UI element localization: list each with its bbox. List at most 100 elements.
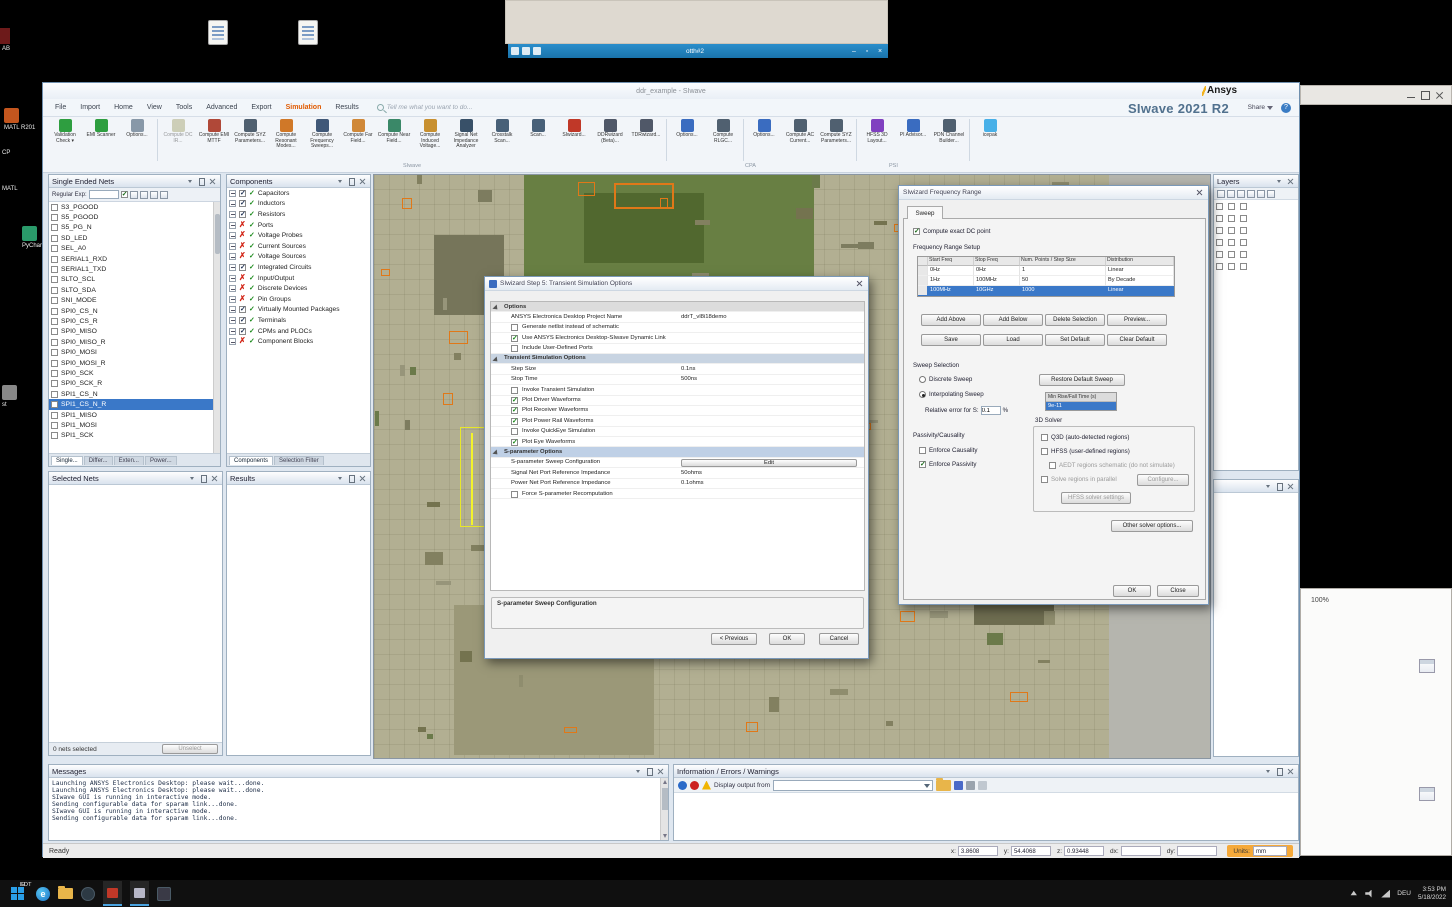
frequency-range-row[interactable]: 1Hz 100MHz 50 By Decade [918,275,1174,286]
ribbon-button[interactable]: Compute AC Current... [782,119,818,144]
component-filter-mark[interactable] [239,220,246,229]
section-expander-icon[interactable] [492,304,500,312]
ribbon-button[interactable]: Validation Check ▾ [47,119,83,144]
net-checkbox[interactable] [51,380,58,388]
ribbon-button[interactable]: TDRwizard... [628,119,664,139]
ribbon-button[interactable] [666,119,667,161]
overlay-close-button[interactable]: × [875,47,885,56]
layer-outline-icon[interactable] [1257,189,1265,198]
help-button[interactable]: ? [1281,102,1291,113]
tab-sweep[interactable]: Sweep [907,206,943,219]
ribbon-button[interactable]: Options... [669,119,705,139]
chevron-down-icon[interactable] [336,474,345,483]
causality-row[interactable]: Enforce Causality [919,447,978,454]
net-row[interactable]: S5_PGOOD [49,212,220,222]
discrete-sweep-row[interactable]: Discrete Sweep [919,376,972,383]
expander-icon[interactable] [229,210,236,218]
coordinate-value[interactable] [1120,846,1161,856]
option-checkbox[interactable] [511,428,518,436]
ribbon-button[interactable]: Compute Frequency Sweeps... [304,119,340,150]
ribbon-button[interactable] [743,119,744,161]
expander-icon[interactable] [229,316,236,324]
ribbon-button[interactable]: PI Advisor... [895,119,931,139]
layer-checkbox[interactable] [1240,215,1247,222]
component-row[interactable]: ✓ Capacitors [227,188,370,199]
menu-item[interactable]: Results [329,102,364,113]
panel-header[interactable]: Selected Nets [49,472,222,485]
cancel-button[interactable]: Cancel [819,633,859,645]
folder-icon[interactable] [936,777,951,791]
taskbar-edge-icon[interactable]: e [36,886,50,901]
option-row[interactable]: S-parameter Options [491,447,864,458]
component-row[interactable]: ✓ Virtually Mounted Packages [227,305,370,316]
component-row[interactable]: ✓ Voltage Probes [227,230,370,241]
option-row[interactable]: Plot Power Rail Waveforms [491,416,864,427]
close-icon[interactable] [358,177,367,186]
option-checkbox[interactable] [511,396,518,405]
layer-checkbox[interactable] [1216,227,1223,234]
component-filter-mark[interactable] [239,283,246,293]
close-icon[interactable] [1286,482,1295,491]
taskbar-app-icon[interactable] [157,886,171,901]
min-rise-fall-table[interactable]: Min Rise/Fall Time (s) 9e-11 [1045,392,1117,411]
expander-icon[interactable] [229,338,236,346]
menu-item[interactable]: Home [108,102,139,113]
ok-button[interactable]: OK [769,633,805,645]
option-row[interactable]: Plot Receiver Waveforms [491,406,864,417]
grid-icon[interactable] [1419,659,1435,673]
chevron-down-icon[interactable] [186,177,195,186]
display-output-select[interactable] [773,779,933,791]
component-row[interactable]: ✓ Input/Output [227,273,370,284]
component-filter-mark[interactable] [239,305,246,314]
chevron-down-icon[interactable] [634,767,643,776]
net-checkbox[interactable] [51,276,58,284]
close-icon[interactable] [1286,767,1295,776]
option-row[interactable]: Stop Time 500ns [491,375,864,386]
layer-checkbox[interactable] [1216,215,1223,222]
expander-icon[interactable] [229,189,236,197]
net-checkbox[interactable] [51,255,58,263]
ribbon-button[interactable]: Crosstalk Scan... [484,119,520,144]
close-icon[interactable] [656,767,665,776]
layer-checkbox[interactable] [1240,227,1247,234]
net-checkbox[interactable] [51,214,58,222]
chevron-down-icon[interactable] [188,474,197,483]
layer-fill-icon[interactable] [1247,189,1255,198]
option-checkbox[interactable] [511,406,518,415]
ribbon-button[interactable]: EMI Scanner [83,119,119,139]
layer-checkbox[interactable] [1240,263,1247,270]
save-icon[interactable] [954,780,963,790]
net-checkbox[interactable] [51,297,58,305]
ribbon-button[interactable]: PDN Channel Builder... [931,119,967,144]
background-window[interactable]: 100% [1300,588,1452,856]
layer-checkbox[interactable] [1228,203,1235,210]
option-row[interactable]: Signal Net Port Reference Impedance 50oh… [491,468,864,479]
net-list-scrollbar[interactable] [213,202,220,453]
grid-view-icon[interactable] [139,190,148,199]
component-row[interactable]: ✓ Discrete Devices [227,283,370,294]
option-value[interactable]: ddrT_vl8i18demo [681,314,727,320]
component-filter-mark[interactable] [239,189,246,197]
ribbon-button[interactable]: Scan... [520,119,556,139]
component-filter-mark[interactable] [239,251,246,261]
option-row[interactable]: Step Size 0.1ns [491,364,864,375]
net-checkbox[interactable] [51,421,58,429]
net-row[interactable]: SPI0_SCK_R [49,379,220,389]
hfss-row[interactable]: HFSS (user-defined regions) [1041,448,1130,455]
component-filter-mark[interactable] [239,230,246,240]
net-row[interactable]: SD_LED [49,233,220,243]
pin-icon[interactable] [347,177,356,186]
range-edit-button[interactable]: Delete Selection [1045,314,1105,326]
tray-chevron-icon[interactable] [1350,890,1357,896]
layer-checkbox[interactable] [1240,251,1247,258]
component-row[interactable]: ✓ Resistors [227,209,370,220]
component-row[interactable]: ✓ Pin Groups [227,294,370,305]
parallel-checkbox[interactable] [1041,476,1048,483]
chevron-down-icon[interactable] [1275,177,1284,186]
relative-error-input[interactable] [980,406,1001,415]
layer-settings-icon[interactable] [1267,189,1275,198]
net-checkbox[interactable] [51,266,58,274]
option-row[interactable]: Options [491,302,864,313]
taskbar-clock[interactable]: 3:53 PM 5/18/2022 [1418,886,1446,901]
range-edit-button[interactable]: Add Below [983,314,1043,326]
